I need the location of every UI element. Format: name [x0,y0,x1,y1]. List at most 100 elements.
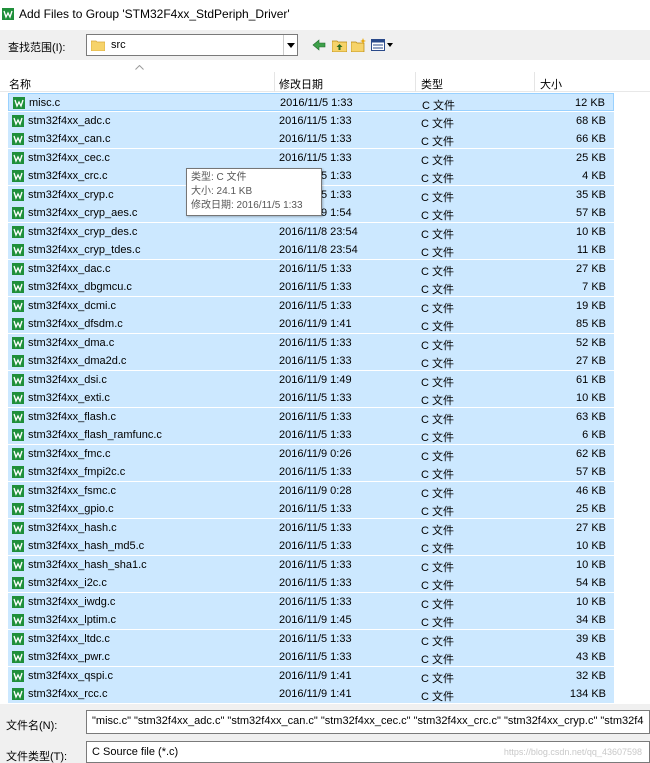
column-header-size[interactable]: 大小 [540,76,562,92]
file-type-cell: C 文件 [421,191,454,204]
file-name-cell: stm32f4xx_dfsdm.c [28,318,123,330]
c-file-icon [12,225,24,238]
file-row[interactable]: stm32f4xx_gpio.c 2016/11/5 1:33 C 文件 25 KB [8,500,614,518]
file-row[interactable]: stm32f4xx_i2c.c 2016/11/5 1:33 C 文件 54 KB [8,574,614,592]
file-row[interactable]: stm32f4xx_hash.c 2016/11/5 1:33 C 文件 27 KB [8,518,614,537]
file-size-cell: 34 KB [576,614,606,626]
file-row[interactable]: stm32f4xx_adc.c 2016/11/5 1:33 C 文件 68 KB [8,111,614,130]
file-date-cell: 2016/11/9 1:49 [279,373,352,386]
file-row[interactable]: stm32f4xx_dsi.c 2016/11/9 1:49 C 文件 61 KB [8,370,614,389]
file-row[interactable]: stm32f4xx_exti.c 2016/11/5 1:33 C 文件 10 KB [8,389,614,407]
file-row[interactable]: stm32f4xx_dfsdm.c 2016/11/9 1:41 C 文件 85 KB [8,315,614,333]
file-type-cell: C 文件 [421,469,454,481]
column-divider[interactable] [534,72,535,92]
file-list[interactable]: 名称 修改日期 类型 大小 misc.c 2016/11/5 1:33 C 文件 12… [0,62,650,704]
file-name-cell: stm32f4xx_hash_md5.c [28,540,145,552]
file-row[interactable]: stm32f4xx_cryp_tdes.c 2016/11/8 23:54 C 文件… [8,241,614,259]
back-arrow-icon [312,39,326,51]
c-file-icon [12,392,24,404]
file-size-cell: 27 KB [576,521,606,534]
up-folder-button[interactable] [330,36,348,54]
file-row[interactable]: stm32f4xx_hash_md5.c 2016/11/5 1:33 C 文件 10… [8,537,614,555]
file-row[interactable]: stm32f4xx_can.c 2016/11/5 1:33 C 文件 66 KB [8,130,614,148]
column-header-type[interactable]: 类型 [421,76,443,92]
file-type-cell: C 文件 [421,284,454,296]
file-date-cell: 2016/11/5 1:33 [280,97,353,109]
column-divider[interactable] [415,72,416,92]
c-file-icon [12,318,24,330]
file-row[interactable]: stm32f4xx_ltdc.c 2016/11/5 1:33 C 文件 39 KB [8,629,614,648]
c-file-icon [12,114,24,127]
file-size-cell: 63 KB [576,410,606,423]
file-date-cell: 2016/11/5 1:33 [279,151,352,164]
up-folder-icon [331,40,347,52]
file-size-cell: 32 KB [576,669,606,682]
file-type-cell: C 文件 [421,247,454,259]
file-row[interactable]: stm32f4xx_dac.c 2016/11/5 1:33 C 文件 27 KB [8,259,614,278]
file-row[interactable]: stm32f4xx_rcc.c 2016/11/9 1:41 C 文件 134 KB [8,685,614,703]
app-icon [2,8,14,20]
file-row[interactable]: stm32f4xx_dma2d.c 2016/11/5 1:33 C 文件 27 KB [8,352,614,370]
column-header-date[interactable]: 修改日期 [279,76,323,92]
c-file-icon [12,207,24,219]
file-row[interactable]: stm32f4xx_cec.c 2016/11/5 1:33 C 文件 25 KB [8,148,614,167]
file-size-cell: 12 KB [575,97,605,109]
chevron-down-icon[interactable] [283,35,297,55]
file-row[interactable]: stm32f4xx_lptim.c 2016/11/9 1:45 C 文件 34 KB [8,611,614,629]
file-row[interactable]: stm32f4xx_qspi.c 2016/11/9 1:41 C 文件 32 KB [8,666,614,685]
c-file-icon [12,281,24,293]
file-name-input[interactable]: "misc.c" "stm32f4xx_adc.c" "stm32f4xx_ca… [86,710,650,734]
file-size-cell: 25 KB [576,151,606,164]
c-file-icon [12,466,24,478]
file-date-cell: 2016/11/5 1:33 [279,133,352,145]
file-name-cell: stm32f4xx_can.c [28,133,111,145]
file-size-cell: 27 KB [576,355,606,367]
file-row[interactable]: stm32f4xx_dma.c 2016/11/5 1:33 C 文件 52 KB [8,333,614,352]
file-date-cell: 2016/11/8 23:54 [279,244,358,256]
file-row[interactable]: stm32f4xx_pwr.c 2016/11/5 1:33 C 文件 43 KB [8,648,614,666]
file-name-cell: stm32f4xx_crc.c [28,170,108,182]
file-date-cell: 2016/11/5 1:33 [279,466,352,478]
back-button[interactable] [310,36,328,54]
file-size-cell: 52 KB [576,336,606,349]
file-row[interactable]: stm32f4xx_fmc.c 2016/11/9 0:26 C 文件 62 KB [8,444,614,463]
file-type-cell: C 文件 [421,376,454,389]
tooltip-size: 大小: 24.1 KB [191,186,253,197]
file-row[interactable]: stm32f4xx_fmpi2c.c 2016/11/5 1:33 C 文件 57 K… [8,463,614,481]
file-row[interactable]: stm32f4xx_dbgmcu.c 2016/11/5 1:33 C 文件 7 KB [8,278,614,296]
c-file-icon [13,97,25,109]
file-size-cell: 27 KB [576,262,606,275]
c-file-icon [12,188,24,201]
file-size-cell: 68 KB [576,114,606,127]
file-size-cell: 54 KB [576,577,606,589]
file-type-cell: C 文件 [421,154,454,167]
file-size-cell: 4 KB [582,170,606,182]
file-size-cell: 7 KB [582,281,606,293]
column-divider[interactable] [274,72,275,92]
file-name-label: 文件名(N): [6,720,58,732]
view-menu-button[interactable] [371,36,395,54]
c-file-icon [12,151,24,164]
new-folder-button[interactable] [350,36,368,54]
column-header-name[interactable]: 名称 [9,76,31,92]
file-size-cell: 46 KB [576,484,606,497]
file-row[interactable]: stm32f4xx_flash_ramfunc.c 2016/11/5 1:33 C… [8,426,614,444]
look-in-combo[interactable]: src [86,34,298,56]
c-file-icon [12,355,24,367]
file-row[interactable]: misc.c 2016/11/5 1:33 C 文件 12 KB [8,93,614,112]
file-row[interactable]: stm32f4xx_fsmc.c 2016/11/9 0:28 C 文件 46 KB [8,481,614,500]
file-date-cell: 2016/11/5 1:33 [279,410,352,423]
file-row[interactable]: stm32f4xx_iwdg.c 2016/11/5 1:33 C 文件 10 KB [8,592,614,611]
file-name-cell: stm32f4xx_flash_ramfunc.c [28,429,162,441]
file-row[interactable]: stm32f4xx_cryp_des.c 2016/11/8 23:54 C 文件 1… [8,222,614,241]
c-file-icon [12,614,24,626]
file-size-cell: 25 KB [576,503,606,515]
file-row[interactable]: stm32f4xx_dcmi.c 2016/11/5 1:33 C 文件 19 KB [8,296,614,315]
file-type-cell: C 文件 [421,561,454,574]
file-size-cell: 61 KB [576,373,606,386]
file-row[interactable]: stm32f4xx_flash.c 2016/11/5 1:33 C 文件 63 KB [8,407,614,426]
file-date-cell: 2016/11/9 1:41 [279,669,352,682]
file-date-cell: 2016/11/5 1:33 [279,558,352,571]
file-row[interactable]: stm32f4xx_hash_sha1.c 2016/11/5 1:33 C 文件 1… [8,555,614,574]
file-name-cell: stm32f4xx_cryp.c [28,188,114,201]
